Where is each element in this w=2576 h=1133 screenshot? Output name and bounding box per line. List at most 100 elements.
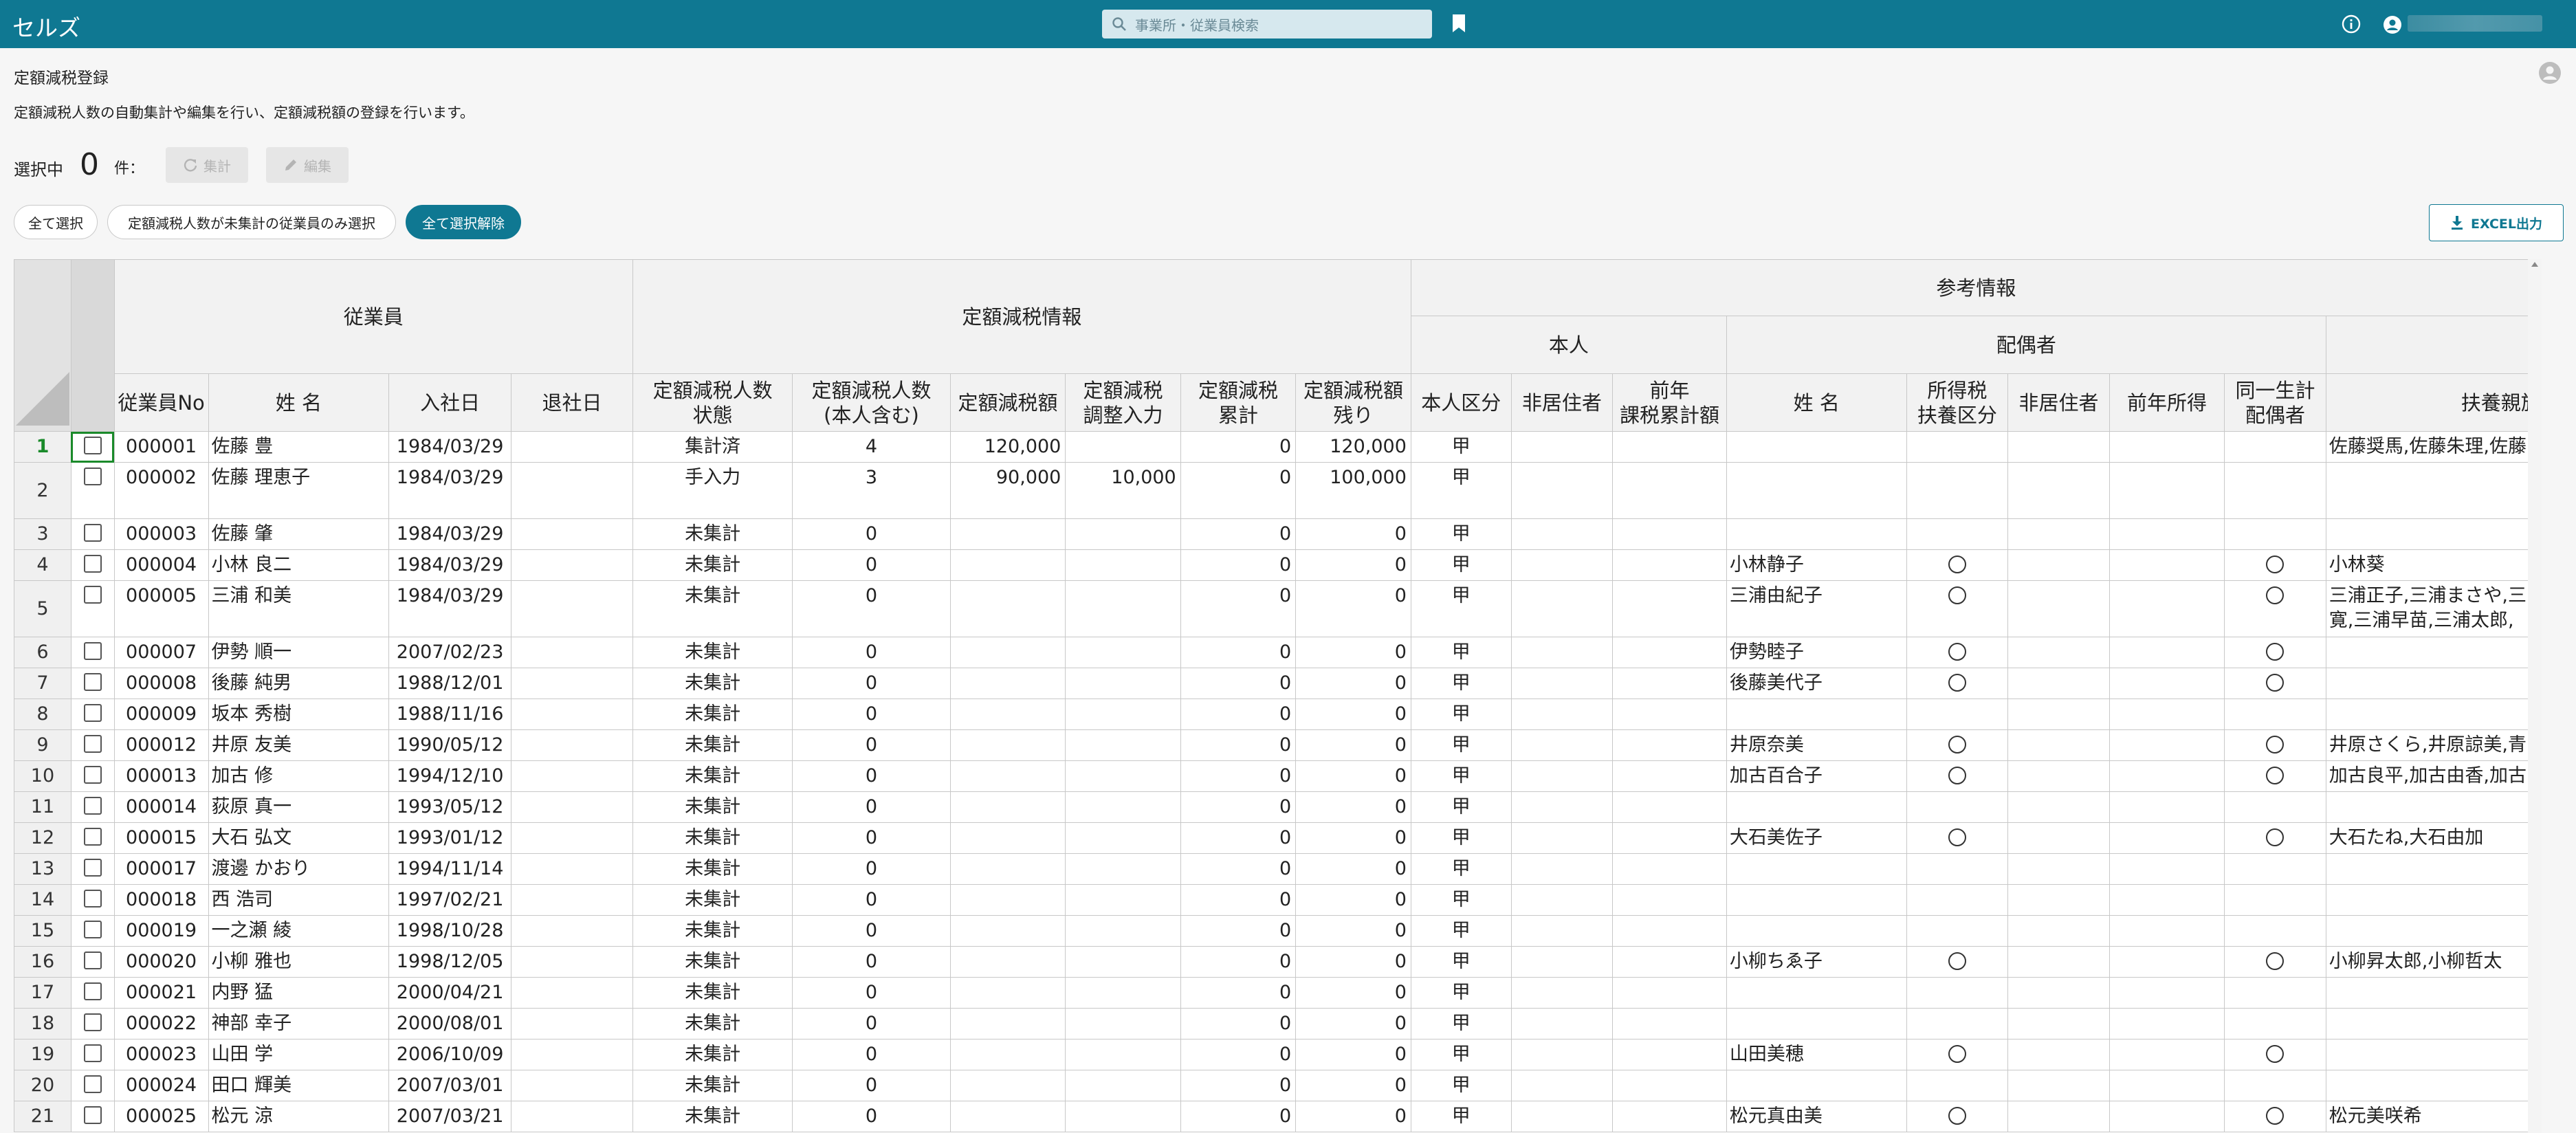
cell-spouse-nonresident[interactable] (2007, 884, 2110, 916)
row-checkbox-cell[interactable] (70, 518, 115, 550)
cell-remaining[interactable]: 0 (1295, 729, 1411, 761)
table-row[interactable]: 15 000019 一之瀬 綾 1998/10/28 未集計 0 0 0 甲 (14, 915, 2542, 947)
cell-leave-date[interactable] (511, 1101, 633, 1132)
cell-count[interactable]: 0 (792, 946, 951, 978)
cell-spouse-nonresident[interactable] (2007, 915, 2110, 947)
cell-cumulative[interactable]: 0 (1180, 549, 1297, 581)
cell-status[interactable]: 未集計 (632, 729, 793, 761)
cell-prev-income[interactable] (2109, 1070, 2225, 1101)
cell-nonresident[interactable] (1510, 549, 1614, 581)
cell-dependents[interactable]: 小林葵 (2325, 549, 2542, 581)
cell-count[interactable]: 0 (792, 884, 951, 916)
cell-spouse-nonresident[interactable] (2007, 1008, 2110, 1040)
cell-count[interactable]: 0 (792, 668, 951, 699)
account-icon[interactable] (2538, 61, 2562, 85)
cell-name[interactable]: 大石 弘文 (208, 822, 390, 854)
cell-adjust[interactable] (1065, 977, 1181, 1009)
table-row[interactable]: 13 000017 渡邊 かおり 1994/11/14 未集計 0 0 0 甲 (14, 853, 2542, 885)
cell-self-class[interactable]: 甲 (1410, 729, 1512, 761)
cell-amount[interactable] (949, 698, 1066, 730)
cell-spouse-name[interactable]: 三浦由紀子 (1726, 580, 1907, 637)
cell-hire-date[interactable]: 1993/01/12 (388, 822, 512, 854)
cell-spouse-nonresident[interactable] (2007, 1101, 2110, 1132)
col-remaining[interactable]: 定額減税額 残り (1295, 373, 1411, 432)
cell-prev-income[interactable] (2109, 1039, 2225, 1070)
cell-income-tax[interactable] (1906, 462, 2009, 519)
row-checkbox-cell[interactable] (70, 822, 115, 854)
cell-same-household[interactable] (2224, 462, 2326, 519)
cell-prev-year[interactable] (1612, 915, 1727, 947)
cell-same-household[interactable] (2224, 1039, 2326, 1070)
cell-name[interactable]: 渡邊 かおり (208, 853, 390, 885)
cell-emp-no[interactable]: 000022 (113, 1008, 209, 1040)
col-dependents[interactable]: 扶養親族 (2325, 373, 2542, 432)
cell-nonresident[interactable] (1510, 637, 1614, 668)
cell-hire-date[interactable]: 2007/03/01 (388, 1070, 512, 1101)
cell-income-tax[interactable] (1906, 431, 2009, 463)
cell-same-household[interactable] (2224, 853, 2326, 885)
cell-spouse-nonresident[interactable] (2007, 853, 2110, 885)
bookmark-icon[interactable] (1452, 14, 1466, 33)
cell-prev-year[interactable] (1612, 977, 1727, 1009)
cell-same-household[interactable] (2224, 977, 2326, 1009)
cell-prev-year[interactable] (1612, 580, 1727, 637)
col-adjust[interactable]: 定額減税 調整入力 (1065, 373, 1181, 432)
cell-emp-no[interactable]: 000014 (113, 791, 209, 823)
cell-income-tax[interactable] (1906, 637, 2009, 668)
cell-same-household[interactable] (2224, 580, 2326, 637)
cell-cumulative[interactable]: 0 (1180, 884, 1297, 916)
cell-leave-date[interactable] (511, 668, 633, 699)
cell-cumulative[interactable]: 0 (1180, 977, 1297, 1009)
cell-cumulative[interactable]: 0 (1180, 580, 1297, 637)
cell-emp-no[interactable]: 000004 (113, 549, 209, 581)
row-number[interactable]: 9 (14, 729, 71, 761)
cell-cumulative[interactable]: 0 (1180, 760, 1297, 792)
row-checkbox-cell[interactable] (70, 729, 115, 761)
cell-emp-no[interactable]: 000025 (113, 1101, 209, 1132)
cell-amount[interactable] (949, 1070, 1066, 1101)
cell-dependents[interactable]: 加古良平,加古由香,加古 (2325, 760, 2542, 792)
cell-status[interactable]: 未集計 (632, 1039, 793, 1070)
cell-same-household[interactable] (2224, 791, 2326, 823)
cell-prev-year[interactable] (1612, 1101, 1727, 1132)
row-checkbox[interactable] (83, 1013, 102, 1031)
cell-count[interactable]: 4 (792, 431, 951, 463)
cell-adjust[interactable] (1065, 853, 1181, 885)
cell-self-class[interactable]: 甲 (1410, 977, 1512, 1009)
cell-adjust[interactable] (1065, 729, 1181, 761)
row-number[interactable]: 16 (14, 946, 71, 978)
table-row[interactable]: 8 000009 坂本 秀樹 1988/11/16 未集計 0 0 0 甲 (14, 698, 2542, 730)
cell-leave-date[interactable] (511, 580, 633, 637)
cell-nonresident[interactable] (1510, 1008, 1614, 1040)
cell-hire-date[interactable]: 1984/03/29 (388, 462, 512, 519)
cell-cumulative[interactable]: 0 (1180, 462, 1297, 519)
cell-adjust[interactable]: 10,000 (1065, 462, 1181, 519)
cell-nonresident[interactable] (1510, 884, 1614, 916)
cell-spouse-name[interactable]: 後藤美代子 (1726, 668, 1907, 699)
edit-button[interactable]: 編集 (266, 147, 349, 183)
cell-count[interactable]: 0 (792, 729, 951, 761)
cell-prev-income[interactable] (2109, 760, 2225, 792)
cell-dependents[interactable] (2325, 698, 2542, 730)
cell-amount[interactable]: 120,000 (949, 431, 1066, 463)
col-nonresident[interactable]: 非居住者 (1510, 373, 1614, 432)
cell-name[interactable]: 加古 修 (208, 760, 390, 792)
cell-count[interactable]: 0 (792, 637, 951, 668)
cell-income-tax[interactable] (1906, 791, 2009, 823)
cell-prev-income[interactable] (2109, 884, 2225, 916)
cell-prev-year[interactable] (1612, 853, 1727, 885)
cell-spouse-name[interactable] (1726, 977, 1907, 1009)
cell-prev-income[interactable] (2109, 1008, 2225, 1040)
cell-spouse-nonresident[interactable] (2007, 549, 2110, 581)
cell-hire-date[interactable]: 1994/12/10 (388, 760, 512, 792)
cell-status[interactable]: 集計済 (632, 431, 793, 463)
cell-income-tax[interactable] (1906, 729, 2009, 761)
cell-name[interactable]: 荻原 真一 (208, 791, 390, 823)
cell-spouse-nonresident[interactable] (2007, 729, 2110, 761)
row-checkbox[interactable] (83, 1044, 102, 1062)
cell-same-household[interactable] (2224, 946, 2326, 978)
cell-spouse-nonresident[interactable] (2007, 791, 2110, 823)
cell-name[interactable]: 佐藤 肇 (208, 518, 390, 550)
cell-prev-year[interactable] (1612, 791, 1727, 823)
cell-prev-year[interactable] (1612, 462, 1727, 519)
